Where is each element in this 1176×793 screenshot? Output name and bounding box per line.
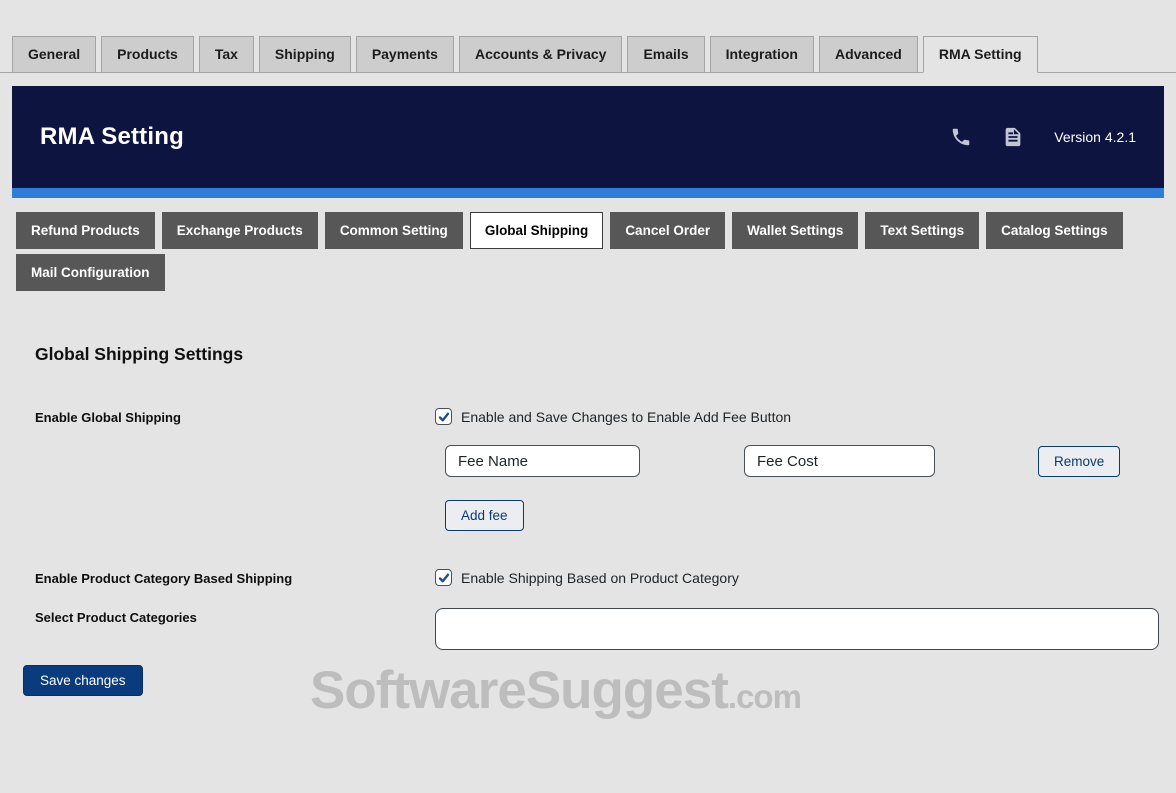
enable-global-shipping-checkbox[interactable] bbox=[435, 408, 452, 425]
enable-global-shipping-row: Enable Global Shipping Enable and Save C… bbox=[35, 408, 1176, 425]
enable-category-shipping-label: Enable Product Category Based Shipping bbox=[35, 571, 293, 586]
document-icon[interactable] bbox=[1002, 126, 1024, 148]
subtab-global-shipping[interactable]: Global Shipping bbox=[469, 212, 604, 249]
fee-row: Remove bbox=[445, 445, 1176, 477]
accent-strip bbox=[12, 188, 1164, 198]
select-categories-label: Select Product Categories bbox=[35, 610, 197, 625]
page-title: RMA Setting bbox=[40, 123, 184, 150]
subtab-refund-products[interactable]: Refund Products bbox=[16, 212, 155, 249]
subtab-cancel-order[interactable]: Cancel Order bbox=[610, 212, 726, 249]
enable-category-shipping-checkbox[interactable] bbox=[435, 569, 452, 586]
subtab-common-setting[interactable]: Common Setting bbox=[324, 212, 463, 249]
tab-shipping[interactable]: Shipping bbox=[258, 36, 351, 73]
settings-tab-bar: General Products Tax Shipping Payments A… bbox=[0, 0, 1176, 73]
remove-fee-button[interactable]: Remove bbox=[1038, 445, 1121, 477]
fee-name-input[interactable] bbox=[445, 445, 640, 477]
enable-global-shipping-label: Enable Global Shipping bbox=[35, 410, 181, 425]
version-label: Version 4.2.1 bbox=[1054, 129, 1136, 145]
tab-tax[interactable]: Tax bbox=[198, 36, 254, 73]
enable-global-shipping-checkbox-label: Enable and Save Changes to Enable Add Fe… bbox=[461, 408, 792, 425]
tab-advanced[interactable]: Advanced bbox=[818, 36, 918, 73]
rma-header-banner: RMA Setting Version 4.2.1 bbox=[12, 86, 1164, 188]
select-categories-row: Select Product Categories bbox=[35, 608, 1176, 650]
tab-payments[interactable]: Payments bbox=[355, 36, 454, 73]
product-categories-input[interactable] bbox=[435, 608, 1159, 650]
global-shipping-settings-panel: Global Shipping Settings Enable Global S… bbox=[0, 344, 1176, 696]
tab-rma-setting[interactable]: RMA Setting bbox=[922, 36, 1038, 73]
tab-emails[interactable]: Emails bbox=[627, 36, 705, 73]
fee-cost-input[interactable] bbox=[744, 445, 935, 477]
subtab-text-settings[interactable]: Text Settings bbox=[865, 212, 980, 249]
subtab-exchange-products[interactable]: Exchange Products bbox=[161, 212, 318, 249]
header-actions: Version 4.2.1 bbox=[950, 126, 1136, 148]
enable-category-shipping-row: Enable Product Category Based Shipping E… bbox=[35, 569, 1176, 586]
tab-accounts-privacy[interactable]: Accounts & Privacy bbox=[458, 36, 623, 73]
subtab-mail-configuration[interactable]: Mail Configuration bbox=[16, 254, 165, 291]
enable-global-shipping-field: Enable and Save Changes to Enable Add Fe… bbox=[435, 408, 791, 425]
section-title: Global Shipping Settings bbox=[35, 344, 244, 364]
tab-general[interactable]: General bbox=[12, 36, 97, 73]
tab-products[interactable]: Products bbox=[101, 36, 194, 73]
add-fee-button[interactable]: Add fee bbox=[445, 500, 524, 531]
phone-icon[interactable] bbox=[950, 126, 972, 148]
subtab-wallet-settings[interactable]: Wallet Settings bbox=[732, 212, 859, 249]
save-changes-button[interactable]: Save changes bbox=[23, 665, 143, 696]
enable-category-shipping-checkbox-label: Enable Shipping Based on Product Categor… bbox=[461, 569, 739, 586]
tab-integration[interactable]: Integration bbox=[709, 36, 814, 73]
rma-subtab-bar: Refund Products Exchange Products Common… bbox=[16, 212, 1164, 291]
enable-category-shipping-field: Enable Shipping Based on Product Categor… bbox=[435, 569, 739, 586]
subtab-catalog-settings[interactable]: Catalog Settings bbox=[986, 212, 1123, 249]
